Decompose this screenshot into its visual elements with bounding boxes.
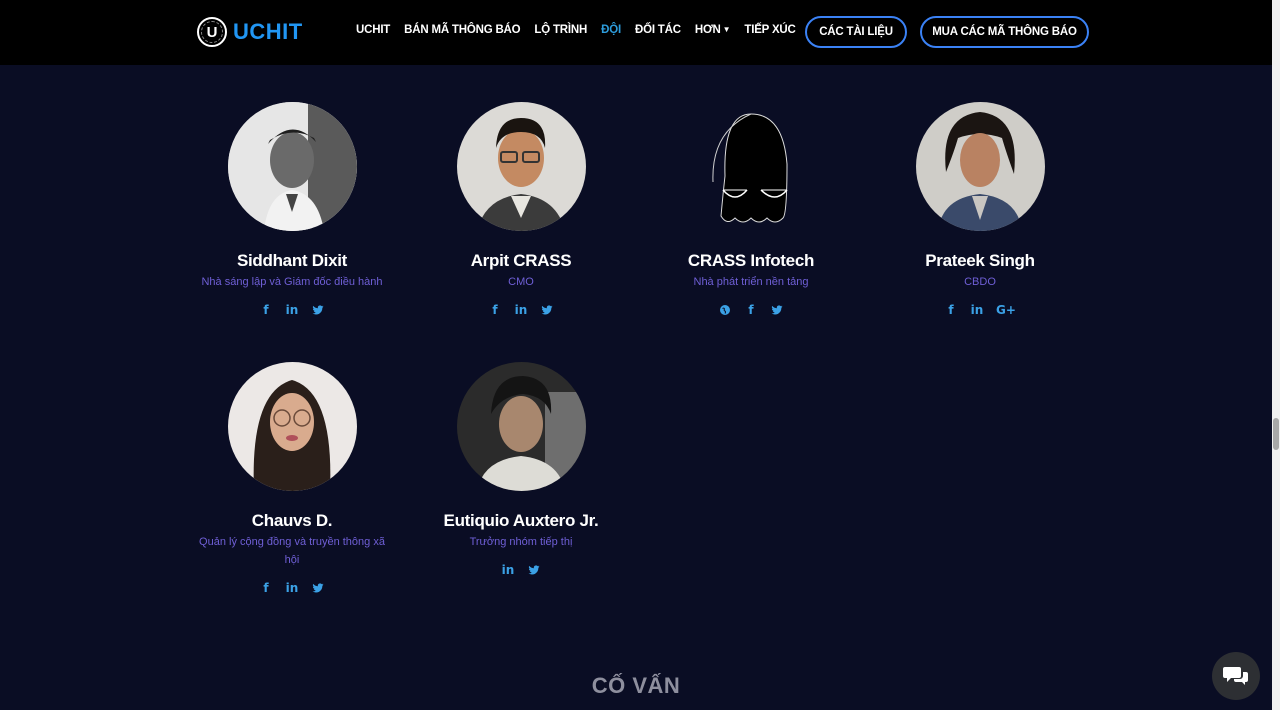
facebook-icon[interactable]: f [745,303,757,317]
facebook-icon[interactable]: f [260,581,272,595]
facebook-icon[interactable]: f [489,303,501,317]
nav-link-partners[interactable]: ĐỐI TÁC [635,24,681,36]
avatar [227,362,357,491]
nav-link-more[interactable]: HƠN ▼ [695,24,731,36]
caret-down-icon: ▼ [722,25,731,34]
twitter-icon[interactable] [312,303,324,317]
linkedin-icon[interactable]: in [515,303,528,317]
member-role: CBDO [964,276,996,288]
advisors-section-title: CỐ VẤN [591,673,681,698]
twitter-icon[interactable] [312,581,324,595]
member-name: Siddhant Dixit [236,251,348,270]
member-role: Nhà sáng lập và Giám đốc điều hành [201,276,383,288]
chat-icon [1223,667,1248,685]
avatar [456,102,586,231]
page-scrollbar[interactable] [1272,0,1280,710]
team-member-card: Siddhant Dixit Nhà sáng lập và Giám đốc … [192,102,392,317]
member-role: CMO [508,276,534,288]
social-links: f in [192,303,392,317]
globe-icon[interactable] [719,303,731,317]
linkedin-icon[interactable]: in [502,563,515,577]
linkedin-icon[interactable]: in [286,581,299,595]
member-name: Chauvs D. [251,511,333,530]
brand-logo[interactable]: U UCHIT [197,15,303,49]
member-name: Arpit CRASS [470,251,572,270]
social-links: f in G+ [880,303,1080,317]
facebook-icon[interactable]: f [260,303,272,317]
team-member-card: Eutiquio Auxtero Jr. Trưởng nhóm tiếp th… [421,362,621,577]
linkedin-icon[interactable]: in [971,303,984,317]
facebook-icon[interactable]: f [945,303,957,317]
member-name: Prateek Singh [925,251,1035,270]
chat-widget-button[interactable] [1212,652,1260,700]
team-member-card: Prateek Singh CBDO f in G+ [880,102,1080,317]
logo-icon: U [197,17,227,47]
member-name: CRASS Infotech [687,251,815,270]
avatar [227,102,357,231]
brand-name: UCHIT [233,19,303,44]
nav-link-more-label: HƠN [694,24,721,36]
twitter-icon[interactable] [528,563,540,577]
docs-button[interactable]: CÁC TÀI LIỆU [805,16,907,48]
team-member-card: Arpit CRASS CMO f in [421,102,621,317]
nav-link-contact[interactable]: TIẾP XÚC [744,24,795,36]
linkedin-icon[interactable]: in [286,303,299,317]
member-role: Nhà phát triển nền tảng [693,276,809,288]
nav-menu: UCHIT BÁN MÃ THÔNG BÁO LỘ TRÌNH ĐỘI ĐỐI … [356,24,796,36]
social-links: f in [421,303,621,317]
member-role: Quản lý cộng đồng và truyền thông xã hội [199,536,385,566]
team-member-card: CRASS Infotech Nhà phát triển nền tảng f [651,102,851,317]
scrollbar-thumb[interactable] [1273,418,1279,450]
avatar [915,102,1045,231]
member-role: Trưởng nhóm tiếp thị [469,536,573,548]
nav-link-token-sale[interactable]: BÁN MÃ THÔNG BÁO [404,24,520,36]
nav-link-team[interactable]: ĐỘI [601,24,621,36]
twitter-icon[interactable] [771,303,783,317]
buy-tokens-button[interactable]: MUA CÁC MÃ THÔNG BÁO [920,16,1089,48]
nav-link-roadmap[interactable]: LỘ TRÌNH [534,24,587,36]
crass-logo-avatar [687,102,816,231]
google-plus-icon[interactable]: G+ [996,303,1016,317]
navbar: U UCHIT UCHIT BÁN MÃ THÔNG BÁO LỘ TRÌNH … [0,0,1272,65]
nav-link-uchit[interactable]: UCHIT [356,24,390,36]
logo-letter: U [206,23,218,41]
social-links: f in [192,581,392,595]
team-member-card: Chauvs D. Quản lý cộng đồng và truyền th… [192,362,392,595]
avatar [456,362,586,491]
member-name: Eutiquio Auxtero Jr. [443,511,599,530]
social-links: in [421,563,621,577]
social-links: f [651,303,851,317]
twitter-icon[interactable] [541,303,553,317]
